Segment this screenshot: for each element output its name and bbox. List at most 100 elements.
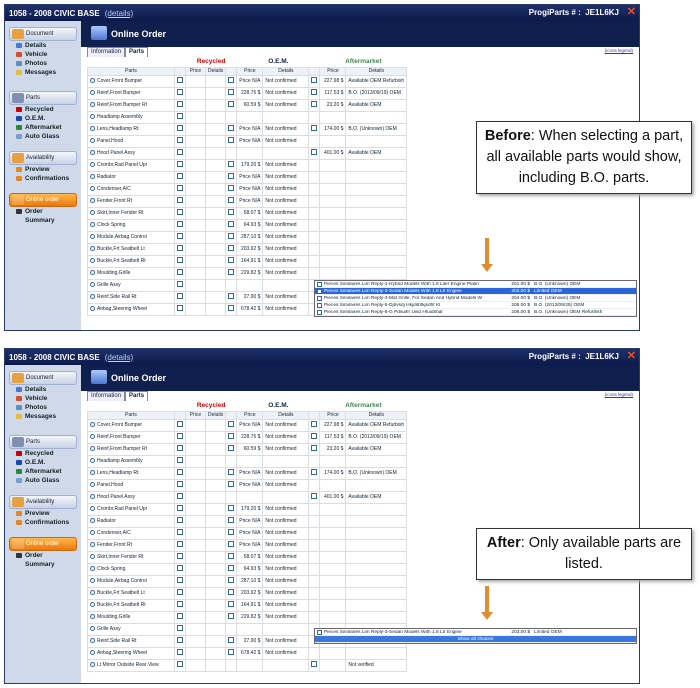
- sidebar-item-auto-glass[interactable]: Auto Glass: [9, 132, 77, 141]
- sidebar-head-parts[interactable]: Parts: [9, 435, 77, 449]
- oem-checkbox[interactable]: [228, 553, 235, 559]
- sidebar-head-availability[interactable]: Availability: [9, 495, 77, 509]
- info-icon[interactable]: [90, 186, 95, 192]
- dropdown-option[interactable]: Pieces Similaires Lim Reply-5-Djbvsdj Hk…: [315, 302, 636, 309]
- info-icon[interactable]: [90, 506, 95, 512]
- info-icon[interactable]: [90, 638, 95, 644]
- info-icon[interactable]: [90, 138, 95, 144]
- info-icon[interactable]: [90, 114, 95, 120]
- dropdown-option[interactable]: Pieces Similaires Lim Reply-3-Sedan Mode…: [315, 288, 636, 295]
- recycled-checkbox[interactable]: [177, 281, 183, 287]
- info-icon[interactable]: [90, 174, 95, 180]
- aftermarket-checkbox[interactable]: [311, 421, 318, 427]
- recycled-checkbox[interactable]: [177, 149, 183, 155]
- details-link[interactable]: (details): [105, 353, 133, 362]
- oem-checkbox[interactable]: [228, 541, 235, 547]
- option-checkbox[interactable]: [317, 629, 322, 635]
- tab-parts[interactable]: Parts: [125, 391, 149, 401]
- info-icon[interactable]: [90, 614, 95, 620]
- oem-checkbox[interactable]: [228, 137, 235, 143]
- close-icon[interactable]: ✕: [627, 5, 636, 18]
- recycled-checkbox[interactable]: [177, 245, 183, 251]
- sidebar-item-preview[interactable]: Preview: [9, 509, 77, 518]
- option-checkbox[interactable]: [317, 288, 322, 294]
- info-icon[interactable]: [90, 530, 95, 536]
- recycled-checkbox[interactable]: [177, 113, 183, 119]
- show-all-choices-button[interactable]: Show all choices: [315, 636, 636, 643]
- recycled-checkbox[interactable]: [177, 101, 183, 107]
- info-icon[interactable]: [90, 626, 95, 632]
- info-icon[interactable]: [90, 90, 95, 96]
- oem-checkbox[interactable]: [228, 445, 235, 451]
- dropdown-option[interactable]: Pieces Similaires Lim Reply-6-G Pdsuifh …: [315, 309, 636, 316]
- info-icon[interactable]: [90, 566, 95, 572]
- tab-information[interactable]: Information: [87, 47, 126, 57]
- recycled-checkbox[interactable]: [177, 433, 183, 439]
- oem-checkbox[interactable]: [228, 589, 235, 595]
- info-icon[interactable]: [90, 198, 95, 204]
- info-icon[interactable]: [90, 282, 95, 288]
- info-icon[interactable]: [90, 662, 95, 668]
- info-icon[interactable]: [90, 446, 95, 452]
- dropdown-option[interactable]: Pieces Similaires Lim Reply-3-Sedan Mode…: [315, 629, 636, 636]
- info-icon[interactable]: [90, 234, 95, 240]
- oem-checkbox[interactable]: [228, 577, 235, 583]
- oem-checkbox[interactable]: [228, 469, 235, 475]
- recycled-checkbox[interactable]: [177, 89, 183, 95]
- oem-checkbox[interactable]: [228, 637, 235, 643]
- sidebar-item-order[interactable]: Order: [9, 207, 77, 216]
- sidebar-item-auto-glass[interactable]: Auto Glass: [9, 476, 77, 485]
- recycled-checkbox[interactable]: [177, 185, 183, 191]
- oem-checkbox[interactable]: [228, 77, 235, 83]
- sidebar-item-photos[interactable]: Photos: [9, 403, 77, 412]
- oem-checkbox[interactable]: [228, 221, 235, 227]
- recycled-checkbox[interactable]: [177, 529, 183, 535]
- recycled-checkbox[interactable]: [177, 77, 183, 83]
- recycled-checkbox[interactable]: [177, 469, 183, 475]
- recycled-checkbox[interactable]: [177, 589, 183, 595]
- info-icon[interactable]: [90, 458, 95, 464]
- oem-checkbox[interactable]: [228, 257, 235, 263]
- info-icon[interactable]: [90, 542, 95, 548]
- oem-checkbox[interactable]: [228, 601, 235, 607]
- recycled-checkbox[interactable]: [177, 173, 183, 179]
- info-icon[interactable]: [90, 306, 95, 312]
- option-checkbox[interactable]: [317, 295, 322, 301]
- aftermarket-checkbox[interactable]: [311, 149, 318, 155]
- oem-checkbox[interactable]: [228, 101, 235, 107]
- oem-checkbox[interactable]: [228, 245, 235, 251]
- info-icon[interactable]: [90, 78, 95, 84]
- info-icon[interactable]: [90, 422, 95, 428]
- recycled-checkbox[interactable]: [177, 625, 183, 631]
- recycled-checkbox[interactable]: [177, 305, 183, 311]
- info-icon[interactable]: [90, 518, 95, 524]
- info-icon[interactable]: [90, 222, 95, 228]
- info-icon[interactable]: [90, 102, 95, 108]
- oem-checkbox[interactable]: [228, 293, 235, 299]
- sidebar-item-photos[interactable]: Photos: [9, 59, 77, 68]
- recycled-checkbox[interactable]: [177, 577, 183, 583]
- recycled-checkbox[interactable]: [177, 493, 183, 499]
- recycled-checkbox[interactable]: [177, 517, 183, 523]
- aftermarket-checkbox[interactable]: [311, 661, 318, 667]
- info-icon[interactable]: [90, 590, 95, 596]
- recycled-checkbox[interactable]: [177, 137, 183, 143]
- aftermarket-checkbox[interactable]: [311, 493, 318, 499]
- sidebar-head-document[interactable]: Document: [9, 27, 77, 41]
- oem-checkbox[interactable]: [228, 125, 235, 131]
- recycled-checkbox[interactable]: [177, 293, 183, 299]
- sidebar-head-online[interactable]: Online order: [9, 537, 77, 551]
- sidebar-item-oem[interactable]: O.E.M.: [9, 458, 77, 467]
- tab-parts[interactable]: Parts: [125, 47, 149, 57]
- info-icon[interactable]: [90, 294, 95, 300]
- info-icon[interactable]: [90, 246, 95, 252]
- recycled-checkbox[interactable]: [177, 649, 183, 655]
- oem-checkbox[interactable]: [228, 269, 235, 275]
- aftermarket-checkbox[interactable]: [311, 445, 318, 451]
- choices-dropdown[interactable]: Pieces Similaires Lim Reply-1-Hybrid Mod…: [314, 280, 637, 317]
- recycled-checkbox[interactable]: [177, 613, 183, 619]
- recycled-checkbox[interactable]: [177, 637, 183, 643]
- info-icon[interactable]: [90, 434, 95, 440]
- oem-checkbox[interactable]: [228, 209, 235, 215]
- option-checkbox[interactable]: [317, 281, 322, 287]
